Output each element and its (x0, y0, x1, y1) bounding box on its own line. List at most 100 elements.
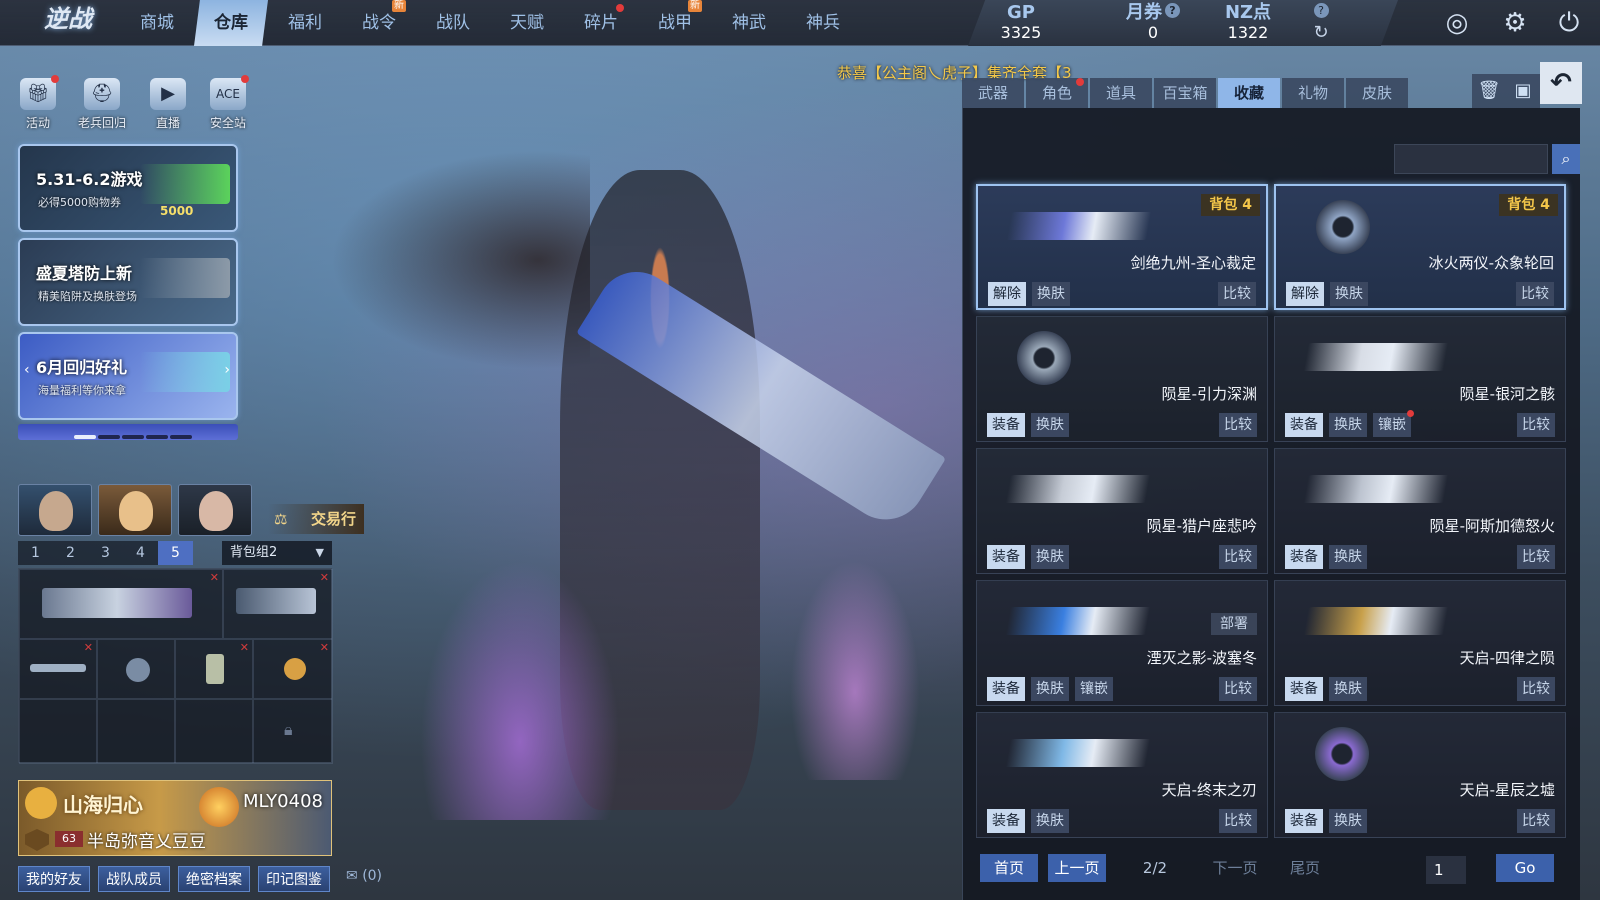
compare-button[interactable]: 比较 (1219, 677, 1257, 701)
portrait-1[interactable] (18, 484, 92, 536)
item-action-button[interactable]: 镶嵌 (1373, 410, 1414, 437)
item-action-button[interactable]: 换肤 (1329, 413, 1367, 437)
search-icon[interactable]: ⌕ (1552, 144, 1580, 174)
social-button-2[interactable]: 绝密档案 (178, 866, 250, 892)
compare-button[interactable]: 比较 (1219, 413, 1257, 437)
compare-button[interactable]: 比较 (1219, 809, 1257, 833)
item-action-button[interactable]: 装备 (987, 545, 1025, 569)
empty-slot[interactable] (175, 699, 253, 764)
item-action-button[interactable]: 换肤 (1329, 545, 1367, 569)
refresh-icon[interactable]: ↻ (1306, 22, 1336, 44)
nav-item-1[interactable]: 仓库 (194, 0, 268, 46)
bag-tab-3[interactable]: 3 (88, 541, 123, 565)
item-slot[interactable]: ✕ (175, 639, 253, 699)
item-action-button[interactable]: 解除 (1286, 282, 1324, 306)
close-icon[interactable]: ✕ (84, 641, 93, 654)
bag-tab-4[interactable]: 4 (123, 541, 158, 565)
item-action-button[interactable]: 换肤 (1330, 282, 1368, 306)
social-button-0[interactable]: 我的好友 (18, 866, 90, 892)
quick-link-3[interactable]: ACE 安全站 (198, 75, 258, 131)
chevron-left-icon[interactable]: ‹ (24, 362, 30, 378)
compare-button[interactable]: 比较 (1218, 282, 1256, 306)
item-card[interactable]: 天启-四律之陨 装备 换肤 比较 (1274, 580, 1566, 706)
compare-button[interactable]: 比较 (1219, 545, 1257, 569)
item-card[interactable]: 天启-星辰之墟 装备 换肤 比较 (1274, 712, 1566, 838)
nav-item-6[interactable]: 碎片 (564, 0, 638, 46)
item-action-button[interactable]: 装备 (1285, 677, 1323, 701)
promo-banner-2[interactable]: 6月回归好礼 海量福利等你来拿 ‹ › (18, 332, 238, 420)
item-action-button[interactable]: 解除 (988, 282, 1026, 306)
nav-item-2[interactable]: 福利 (268, 0, 342, 46)
nav-item-9[interactable]: 神兵 (786, 0, 860, 46)
nav-item-8[interactable]: 神武 (712, 0, 786, 46)
item-action-button[interactable]: 换肤 (1329, 677, 1367, 701)
trash-icon[interactable]: 🗑︎ (1472, 74, 1506, 108)
item-card[interactable]: 天启-终末之刃 装备 换肤 比较 (976, 712, 1268, 838)
compare-button[interactable]: 比较 (1516, 282, 1554, 306)
item-action-button[interactable]: 装备 (1285, 809, 1323, 833)
bag-group-select[interactable]: 背包组2 ▼ (222, 541, 332, 565)
nav-item-7[interactable]: 战甲新 (638, 0, 712, 46)
item-card[interactable]: 背包 4 剑绝九州-圣心裁定 解除 换肤 比较 (976, 184, 1268, 310)
promo-banner-1[interactable]: 盛夏塔防上新 精美陷阱及换肤登场 (18, 238, 238, 326)
player-profile-card[interactable]: 山海归心 MLY0408 63 半岛弥音乂豆豆 (18, 780, 332, 856)
game-logo[interactable]: 逆战 (18, 2, 118, 42)
compare-button[interactable]: 比较 (1517, 677, 1555, 701)
quick-link-1[interactable]: ⛑︎ 老兵回归 (72, 78, 132, 131)
promo-banner-0[interactable]: 5.31-6.2游戏 必得5000购物券 5000 (18, 144, 238, 232)
primary-weapon-slot[interactable]: ✕ (19, 569, 223, 639)
item-card[interactable]: 陨星-银河之骸 装备 换肤 镶嵌 比较 (1274, 316, 1566, 442)
melee-slot[interactable]: ✕ (19, 639, 97, 699)
bag-tab-2[interactable]: 2 (53, 541, 88, 565)
power-icon[interactable]: ⏻ (1552, 6, 1586, 40)
item-action-button[interactable]: 装备 (987, 809, 1025, 833)
item-action-button[interactable]: 换肤 (1031, 413, 1069, 437)
portrait-2[interactable] (98, 484, 172, 536)
display-icon[interactable]: ▣ (1506, 74, 1540, 108)
first-page-button[interactable]: 首页 (980, 854, 1038, 882)
item-action-button[interactable]: 换肤 (1032, 282, 1070, 306)
carousel-dot[interactable] (146, 435, 168, 439)
item-action-button[interactable]: 装备 (987, 413, 1025, 437)
deploy-tag[interactable]: 部署 (1211, 613, 1257, 635)
social-button-1[interactable]: 战队成员 (98, 866, 170, 892)
tab-6[interactable]: 皮肤 (1346, 78, 1408, 108)
prev-page-button[interactable]: 上一页 (1048, 854, 1106, 882)
chevron-right-icon[interactable]: › (224, 362, 230, 378)
item-action-button[interactable]: 换肤 (1031, 809, 1069, 833)
page-number-input[interactable] (1426, 856, 1466, 884)
search-input[interactable] (1394, 144, 1548, 174)
close-icon[interactable]: ✕ (320, 641, 329, 654)
help-icon[interactable]: ? (1313, 3, 1329, 18)
item-action-button[interactable]: 装备 (1285, 545, 1323, 569)
quick-link-2[interactable]: ▶ 直播 (138, 78, 198, 131)
nav-item-4[interactable]: 战队 (416, 0, 490, 46)
tab-3[interactable]: 百宝箱 (1154, 78, 1216, 108)
gear-icon[interactable]: ⚙ (1498, 6, 1532, 40)
nav-item-3[interactable]: 战令新 (342, 0, 416, 46)
bag-tab-1[interactable]: 1 (18, 541, 53, 565)
close-icon[interactable]: ✕ (210, 571, 219, 584)
item-action-button[interactable]: 换肤 (1031, 677, 1069, 701)
go-button[interactable]: Go (1496, 854, 1554, 882)
close-icon[interactable]: ✕ (240, 641, 249, 654)
radar-icon[interactable]: ◎ (1440, 6, 1474, 40)
compare-button[interactable]: 比较 (1517, 413, 1555, 437)
carousel-dot[interactable] (170, 435, 192, 439)
item-card[interactable]: 陨星-阿斯加德怒火 装备 换肤 比较 (1274, 448, 1566, 574)
compare-button[interactable]: 比较 (1517, 809, 1555, 833)
last-page-button[interactable]: 尾页 (1276, 854, 1334, 882)
tab-2[interactable]: 道具 (1090, 78, 1152, 108)
item-card[interactable]: 部署 湮灭之影-波塞冬 装备 换肤 镶嵌 比较 (976, 580, 1268, 706)
next-page-button[interactable]: 下一页 (1206, 854, 1264, 882)
back-button[interactable]: ↶ (1540, 62, 1582, 104)
trade-button[interactable]: ⚖ 交易行 (268, 504, 364, 534)
carousel-dot[interactable] (122, 435, 144, 439)
bag-tab-5[interactable]: 5 (158, 541, 193, 565)
social-button-3[interactable]: 印记图鉴 (258, 866, 330, 892)
empty-slot[interactable] (19, 699, 97, 764)
quick-link-0[interactable]: 🎁︎ 活动 (8, 75, 68, 131)
portrait-3[interactable] (178, 484, 252, 536)
close-icon[interactable]: ✕ (320, 571, 329, 584)
empty-slot[interactable] (97, 699, 175, 764)
